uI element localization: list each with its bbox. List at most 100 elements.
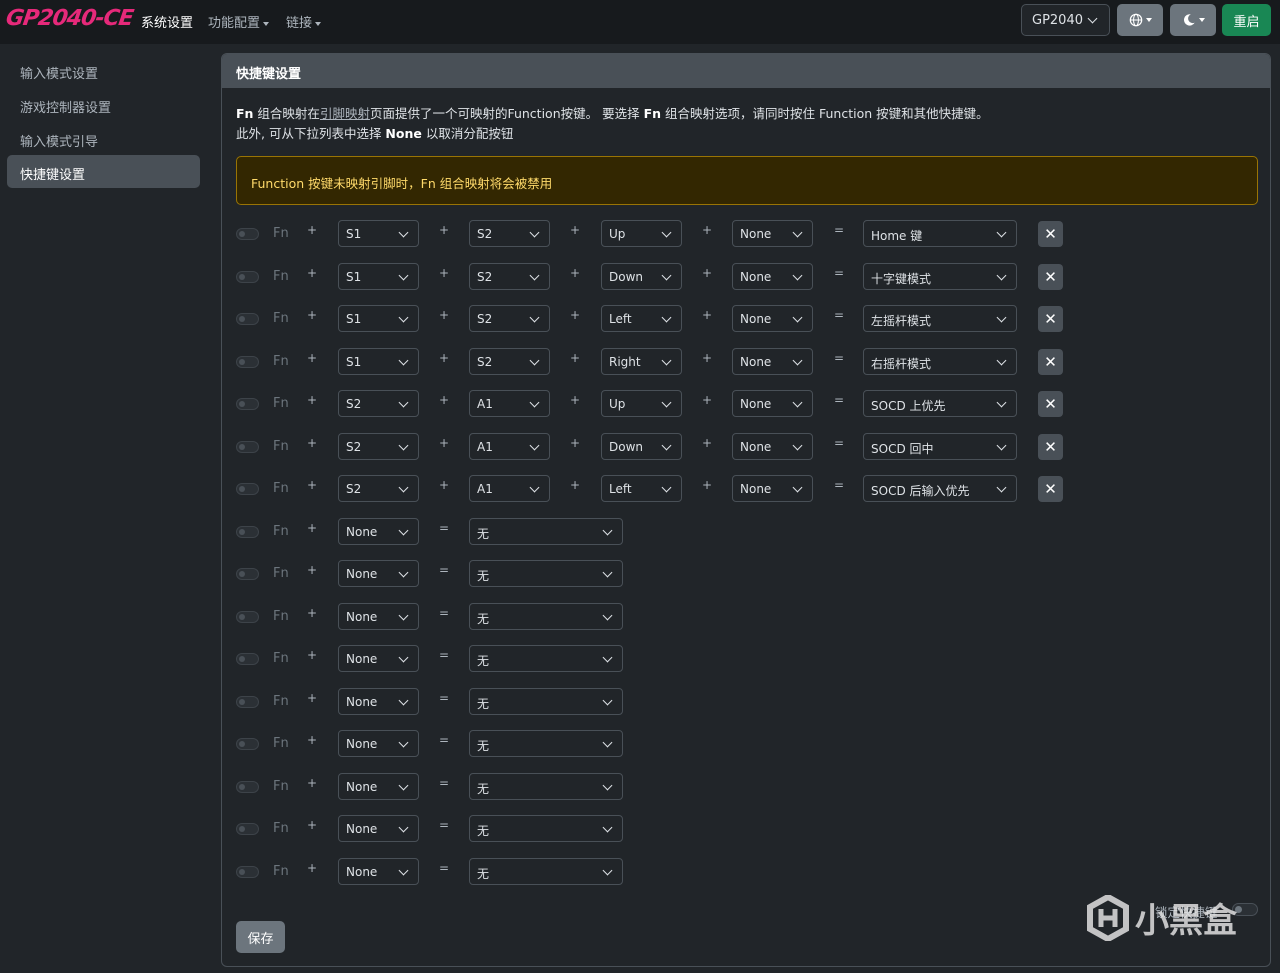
sidebar-item-input-mode[interactable]: 输入模式设置 <box>7 54 200 87</box>
remove-hotkey-button[interactable]: ✕ <box>1038 306 1063 332</box>
button-select[interactable]: None <box>338 773 419 800</box>
hotkey-enable-toggle[interactable] <box>236 823 259 835</box>
action-select[interactable]: 无 <box>469 730 623 757</box>
nav-system-settings[interactable]: 系统设置 <box>141 12 193 31</box>
button-select[interactable]: None <box>338 815 419 842</box>
button-select[interactable]: S2 <box>469 263 550 290</box>
chevron-down-icon <box>602 525 613 536</box>
hotkey-enable-toggle[interactable] <box>236 356 259 368</box>
button-select[interactable]: None <box>732 475 813 502</box>
action-select[interactable]: 左摇杆模式 <box>863 305 1017 332</box>
select-value: None <box>740 270 772 284</box>
nav-link-label: 链接 <box>286 16 313 31</box>
button-select[interactable]: None <box>338 688 419 715</box>
button-select[interactable]: Down <box>601 433 682 460</box>
action-select[interactable]: 十字键模式 <box>863 263 1017 290</box>
button-select[interactable]: None <box>338 518 419 545</box>
action-select[interactable]: 无 <box>469 560 623 587</box>
hotkey-enable-toggle[interactable] <box>236 483 259 495</box>
action-select[interactable]: Home 键 <box>863 220 1017 247</box>
hotkey-enable-toggle[interactable] <box>236 398 259 410</box>
sidebar-item-hotkeys[interactable]: 快捷键设置 <box>7 155 200 188</box>
button-select[interactable]: A1 <box>469 475 550 502</box>
button-select[interactable]: None <box>338 858 419 885</box>
remove-hotkey-button[interactable]: ✕ <box>1038 476 1063 502</box>
brand-logo[interactable]: GP2040-CE <box>4 6 134 31</box>
action-select[interactable]: SOCD 回中 <box>863 433 1017 460</box>
button-select[interactable]: None <box>732 263 813 290</box>
remove-hotkey-button[interactable]: ✕ <box>1038 391 1063 417</box>
hotkey-enable-toggle[interactable] <box>236 228 259 240</box>
action-select[interactable]: 右摇杆模式 <box>863 348 1017 375</box>
remove-hotkey-button[interactable]: ✕ <box>1038 264 1063 290</box>
button-select[interactable]: None <box>338 603 419 630</box>
hotkey-enable-toggle[interactable] <box>236 441 259 453</box>
button-select[interactable]: S2 <box>338 433 419 460</box>
remove-hotkey-button[interactable]: ✕ <box>1038 349 1063 375</box>
button-select[interactable]: Up <box>601 220 682 247</box>
hotkey-enable-toggle[interactable] <box>236 568 259 580</box>
nav-links-dropdown[interactable]: 链接 <box>286 12 322 31</box>
chevron-down-icon <box>661 270 672 281</box>
action-select[interactable]: 无 <box>469 858 623 885</box>
button-select[interactable]: Down <box>601 263 682 290</box>
button-select[interactable]: Left <box>601 305 682 332</box>
chevron-down-icon <box>398 567 409 578</box>
remove-hotkey-button[interactable]: ✕ <box>1038 434 1063 460</box>
button-select[interactable]: None <box>732 305 813 332</box>
button-select[interactable]: S1 <box>338 220 419 247</box>
button-select[interactable]: S2 <box>338 390 419 417</box>
chevron-down-icon <box>398 397 409 408</box>
board-select[interactable]: GP2040 <box>1021 4 1110 36</box>
action-select[interactable]: 无 <box>469 773 623 800</box>
chevron-down-icon <box>661 397 672 408</box>
button-select[interactable]: S2 <box>338 475 419 502</box>
button-select[interactable]: S1 <box>338 348 419 375</box>
sidebar-item-gamepad[interactable]: 游戏控制器设置 <box>7 88 200 121</box>
action-select[interactable]: SOCD 后输入优先 <box>863 475 1017 502</box>
button-select[interactable]: A1 <box>469 433 550 460</box>
hotkey-enable-toggle[interactable] <box>236 313 259 325</box>
hotkey-enable-toggle[interactable] <box>236 866 259 878</box>
sidebar-item-boot-mode[interactable]: 输入模式引导 <box>7 122 200 155</box>
button-select[interactable]: A1 <box>469 390 550 417</box>
save-button[interactable]: 保存 <box>236 921 285 953</box>
select-value: None <box>740 440 772 454</box>
action-select[interactable]: SOCD 上优先 <box>863 390 1017 417</box>
button-select[interactable]: Left <box>601 475 682 502</box>
button-select[interactable]: S2 <box>469 220 550 247</box>
button-select[interactable]: Right <box>601 348 682 375</box>
hotkey-enable-toggle[interactable] <box>236 653 259 665</box>
button-select[interactable]: S1 <box>338 263 419 290</box>
action-select[interactable]: 无 <box>469 518 623 545</box>
nav-features-dropdown[interactable]: 功能配置 <box>208 12 270 31</box>
button-select[interactable]: None <box>732 348 813 375</box>
hotkey-enable-toggle[interactable] <box>236 611 259 623</box>
button-select[interactable]: S1 <box>338 305 419 332</box>
button-select[interactable]: S2 <box>469 348 550 375</box>
button-select[interactable]: None <box>732 390 813 417</box>
description: Fn 组合映射在引脚映射页面提供了一个可映射的Function按键。 要选择 F… <box>236 104 989 144</box>
reboot-button[interactable]: 重启 <box>1222 4 1271 36</box>
hotkey-enable-toggle[interactable] <box>236 526 259 538</box>
hotkey-enable-toggle[interactable] <box>236 271 259 283</box>
hotkey-enable-toggle[interactable] <box>236 696 259 708</box>
hotkey-enable-toggle[interactable] <box>236 738 259 750</box>
button-select[interactable]: None <box>338 645 419 672</box>
button-select[interactable]: S2 <box>469 305 550 332</box>
remove-hotkey-button[interactable]: ✕ <box>1038 221 1063 247</box>
action-select[interactable]: 无 <box>469 645 623 672</box>
theme-button[interactable] <box>1170 4 1216 36</box>
language-button[interactable] <box>1117 4 1163 36</box>
button-select[interactable]: None <box>732 433 813 460</box>
hotkey-enable-toggle[interactable] <box>236 781 259 793</box>
button-select[interactable]: None <box>338 560 419 587</box>
pin-mapping-link[interactable]: 引脚映射 <box>320 106 370 121</box>
action-select[interactable]: 无 <box>469 688 623 715</box>
action-select[interactable]: 无 <box>469 603 623 630</box>
action-select[interactable]: 无 <box>469 815 623 842</box>
button-select[interactable]: None <box>732 220 813 247</box>
button-select[interactable]: None <box>338 730 419 757</box>
button-select[interactable]: Up <box>601 390 682 417</box>
chevron-down-icon <box>398 482 409 493</box>
